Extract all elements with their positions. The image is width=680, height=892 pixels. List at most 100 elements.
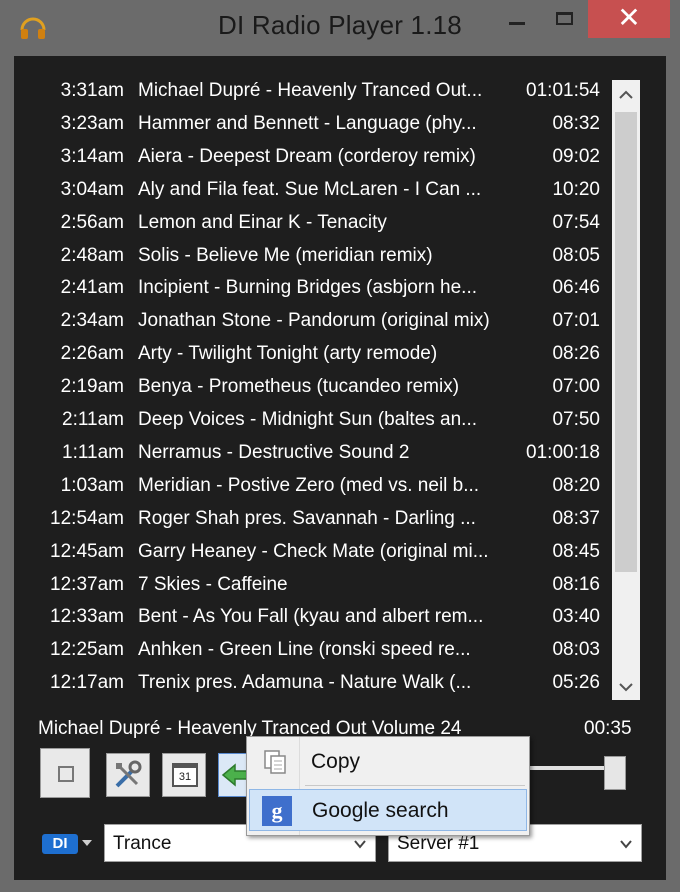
playlist-row-time: 2:34am	[60, 310, 124, 332]
playlist-row-time: 2:11am	[62, 409, 124, 430]
title-bar[interactable]: DI Radio Player 1.18 ✕	[0, 0, 680, 52]
playlist-row-track: Benya - Prometheus (tucandeo remix)	[138, 376, 460, 398]
playlist-row[interactable]: 2:48am Solis - Believe Me (meridian remix…	[16, 245, 612, 278]
playlist-row-duration: 07:01	[552, 310, 600, 332]
playlist-row-track: Incipient - Burning Bridges (asbjorn he.…	[138, 277, 478, 299]
menu-item-google-search-label: Google search	[312, 799, 449, 822]
playlist-row-track: Michael Dupré - Heavenly Tranced Out...	[138, 80, 483, 101]
playlist-row[interactable]: 2:19am Benya - Prometheus (tucandeo remix…	[16, 376, 612, 409]
elapsed-time: 00:35	[584, 718, 632, 739]
copy-icon	[264, 750, 286, 774]
playlist-row-track: Aiera - Deepest Dream (corderoy remix)	[138, 145, 476, 167]
playlist-row-duration: 07:50	[552, 409, 600, 430]
playlist-row-time: 12:17am	[50, 672, 124, 694]
player-content: 3:31am Michael Dupré - Heavenly Tranced O…	[14, 56, 666, 880]
genre-select-value: Trance	[113, 833, 172, 854]
maximize-icon	[555, 12, 573, 25]
playlist-row-time: 12:45am	[50, 540, 124, 562]
google-icon: g	[262, 796, 292, 826]
playlist-row-time: 3:31am	[60, 80, 124, 101]
playlist-row[interactable]: 1:11am Nerramus - Destructive Sound 2 01:0…	[16, 442, 612, 475]
playlist-row[interactable]: 2:41am Incipient - Burning Bridges (asbjo…	[16, 277, 612, 310]
playlist-row-time: 12:54am	[50, 507, 124, 529]
playlist-row-time: 12:33am	[50, 606, 124, 628]
schedule-button[interactable]: 31	[162, 753, 206, 797]
playlist-row[interactable]: 2:11am Deep Voices - Midnight Sun (baltes…	[16, 409, 612, 442]
playlist-row-duration: 08:16	[552, 573, 600, 595]
playlist-row[interactable]: 12:45am Garry Heaney - Check Mate (origin…	[16, 541, 612, 574]
scroll-down-button[interactable]	[612, 672, 640, 700]
playlist-row[interactable]: 3:31am Michael Dupré - Heavenly Tranced O…	[16, 80, 612, 113]
playlist-row-time: 2:48am	[60, 244, 124, 266]
playlist-row-track: Arty - Twilight Tonight (arty remode)	[138, 343, 438, 365]
playlist-row[interactable]: 12:17am Trenix pres. Adamuna - Nature Wal…	[16, 672, 612, 705]
scroll-down-icon	[619, 683, 633, 692]
playlist-row-duration: 01:01:54	[526, 80, 600, 101]
playlist-row[interactable]: 3:04am Aly and Fila feat. Sue McLaren - I…	[16, 179, 612, 212]
playlist-row-time: 1:11am	[62, 441, 124, 463]
menu-item-copy-label: Copy	[311, 750, 361, 773]
playlist-row-time: 2:41am	[60, 277, 124, 299]
playlist-row-duration: 07:54	[552, 211, 600, 233]
playlist-row[interactable]: 3:14am Aiera - Deepest Dream (corderoy re…	[16, 146, 612, 179]
playlist-row-duration: 07:00	[552, 376, 600, 398]
playlist-row-track: Aly and Fila feat. Sue McLaren - I Can .…	[138, 178, 482, 200]
playlist-row[interactable]: 12:54am Roger Shah pres. Savannah - Darli…	[16, 508, 612, 541]
chevron-down-icon	[354, 840, 366, 849]
close-icon: ✕	[617, 2, 641, 33]
playlist-row[interactable]: 12:33am Bent - As You Fall (kyau and albe…	[16, 606, 612, 639]
playlist-row-time: 12:25am	[50, 639, 124, 661]
playlist-row-duration: 10:20	[552, 178, 600, 200]
context-menu: Copy g Google search	[246, 736, 530, 836]
menu-item-copy[interactable]: Copy	[249, 741, 527, 783]
playlist-row-duration: 08:05	[552, 244, 600, 266]
playlist-row[interactable]: 12:25am Anhken - Green Line (ronski speed…	[16, 639, 612, 672]
stop-icon	[58, 766, 74, 782]
playlist-row-track: Nerramus - Destructive Sound 2	[138, 441, 410, 463]
playlist-row-time: 12:37am	[50, 573, 124, 595]
playlist-row-time: 2:19am	[60, 376, 124, 398]
settings-button[interactable]	[106, 753, 150, 797]
playlist-row-track: Roger Shah pres. Savannah - Darling ...	[138, 507, 476, 529]
playlist-row-track: Trenix pres. Adamuna - Nature Walk (...	[138, 672, 472, 694]
playlist-row-duration: 08:03	[552, 639, 600, 661]
volume-slider-thumb[interactable]	[604, 756, 626, 790]
server-select-value: Server #1	[397, 833, 480, 854]
scroll-up-button[interactable]	[612, 80, 640, 108]
playlist-row-track: Lemon and Einar K - Tenacity	[138, 211, 387, 233]
playlist-row-track: Deep Voices - Midnight Sun (baltes an...	[138, 409, 478, 430]
playlist-row[interactable]: 1:03am Meridian - Postive Zero (med vs. n…	[16, 475, 612, 508]
playlist-row[interactable]: 3:23am Hammer and Bennett - Language (phy…	[16, 113, 612, 146]
minimize-icon	[509, 22, 525, 25]
playlist-row-track: Hammer and Bennett - Language (phy...	[138, 112, 477, 134]
menu-separator	[305, 785, 525, 786]
playlist[interactable]: 3:31am Michael Dupré - Heavenly Tranced O…	[16, 80, 612, 756]
playlist-row-duration: 08:20	[552, 474, 600, 496]
playlist-scrollbar[interactable]	[612, 80, 640, 700]
maximize-button[interactable]	[540, 0, 588, 38]
playlist-row-duration: 08:26	[552, 343, 600, 365]
playlist-row-time: 3:14am	[60, 145, 124, 167]
playlist-row-duration: 08:45	[552, 540, 600, 562]
scroll-thumb[interactable]	[615, 112, 637, 572]
playlist-row-time: 2:56am	[60, 211, 124, 233]
chevron-down-icon	[620, 840, 632, 849]
playlist-row-time: 3:23am	[60, 112, 124, 134]
playlist-row[interactable]: 2:26am Arty - Twilight Tonight (arty remo…	[16, 343, 612, 376]
playlist-row-track: Bent - As You Fall (kyau and albert rem.…	[138, 606, 484, 628]
playlist-row[interactable]: 2:56am Lemon and Einar K - Tenacity 07:54	[16, 212, 612, 245]
playlist-row[interactable]: 12:37am 7 Skies - Caffeine 08:16	[16, 574, 612, 607]
stop-button[interactable]	[40, 748, 90, 798]
playlist-row-duration: 08:37	[552, 507, 600, 529]
di-logo[interactable]: DI	[42, 834, 78, 854]
playlist-row-track: Garry Heaney - Check Mate (original mi..…	[138, 540, 489, 562]
minimize-button[interactable]	[493, 0, 541, 38]
close-button[interactable]: ✕	[588, 0, 670, 38]
chevron-down-icon[interactable]	[82, 840, 92, 846]
playlist-row-track: 7 Skies - Caffeine	[138, 573, 288, 595]
playlist-row-time: 1:03am	[60, 474, 124, 496]
playlist-row[interactable]: 2:34am Jonathan Stone - Pandorum (origina…	[16, 310, 612, 343]
scroll-up-icon	[619, 90, 633, 99]
menu-item-google-search[interactable]: g Google search	[249, 789, 527, 831]
playlist-row-track: Jonathan Stone - Pandorum (original mix)	[138, 310, 490, 332]
